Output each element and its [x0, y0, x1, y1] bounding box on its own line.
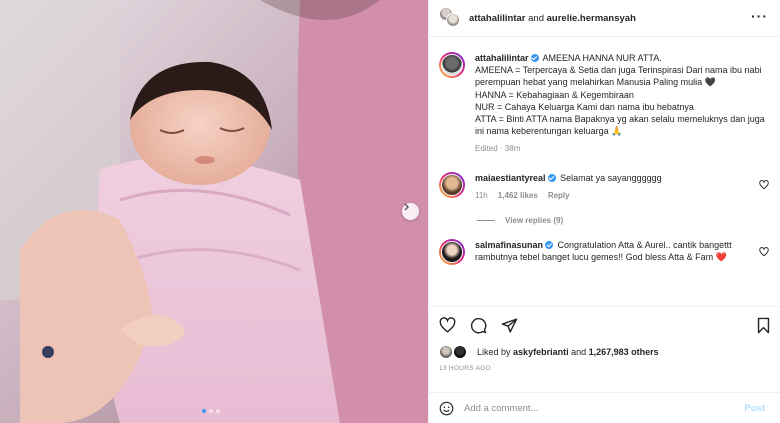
bookmark-icon — [757, 317, 770, 334]
avatar[interactable] — [439, 171, 465, 198]
caption-time: 38m — [504, 144, 521, 154]
comment-text: Selamat ya sayangggggg — [560, 172, 662, 183]
verified-badge-icon — [547, 173, 556, 182]
avatar[interactable] — [439, 239, 465, 266]
author-username-link[interactable]: attahalilintar — [469, 13, 526, 24]
comment-item: maiaestiantyreal Selamat ya sayangggggg … — [439, 171, 771, 202]
caption-username[interactable]: attahalilintar — [475, 53, 529, 63]
post-sidebar: attahalilintar and aurelie.hermansyah ··… — [428, 0, 780, 423]
comment-item: salmafinasunan Congratulation Atta & Aur… — [439, 239, 771, 266]
like-comment-heart-icon[interactable] — [759, 247, 769, 257]
caption-line: AMEENA HANNA NUR ATTA. — [542, 53, 662, 63]
chevron-right-icon — [404, 203, 409, 211]
comment-button[interactable] — [470, 317, 487, 334]
paper-plane-icon — [501, 317, 518, 333]
verified-badge-icon — [545, 241, 554, 250]
caption-meta: Edited · 38m — [475, 144, 521, 154]
share-button[interactable] — [501, 317, 518, 334]
joiner-text: and — [528, 12, 544, 24]
post-timestamp[interactable]: 13 HOURS AGO — [429, 361, 780, 379]
edited-label: Edited — [475, 144, 498, 154]
caption: attahalilintar AMEENA HANNA NUR ATTA. AM… — [439, 52, 771, 156]
caption-line: AMEENA = Terpercaya & Setia dan juga Ter… — [475, 65, 762, 88]
verified-badge-icon — [530, 54, 539, 62]
comment-body: maiaestiantyreal Selamat ya sayangggggg … — [475, 172, 771, 202]
baby-photo-illustration — [0, 0, 428, 423]
comment-username[interactable]: maiaestiantyreal — [475, 173, 546, 183]
emoji-button[interactable] — [439, 401, 454, 416]
comment-username[interactable]: salmafinasunan — [475, 240, 543, 250]
reply-button[interactable]: Reply — [548, 190, 570, 202]
avatar[interactable] — [439, 52, 465, 78]
instagram-post: attahalilintar and aurelie.hermansyah ··… — [0, 0, 780, 423]
likes-count[interactable]: 1,267,983 others — [589, 347, 659, 357]
comment-likes[interactable]: 1,462 likes — [498, 190, 538, 202]
liked-by-label: Liked by — [477, 347, 511, 357]
divider — [477, 220, 495, 222]
view-replies-button[interactable]: View replies (9) — [477, 216, 771, 225]
comment-bubble-icon — [470, 317, 487, 333]
next-slide-button[interactable] — [402, 203, 419, 220]
caption-line: ATTA = Binti ATTA nama Bapaknya yg akan … — [475, 114, 765, 137]
action-bar — [429, 307, 780, 343]
view-replies-label: View replies (9) — [505, 216, 564, 226]
avatar — [439, 345, 453, 359]
comment-time[interactable]: 11h — [475, 190, 488, 202]
collab-avatars[interactable] — [439, 7, 461, 29]
post-photo[interactable] — [0, 0, 428, 423]
carousel-dot — [209, 409, 213, 413]
comment-meta: 11h 1,462 likes Reply — [475, 190, 771, 202]
caption-line: HANNA = Kebahagiaan & Kegembiraan — [475, 89, 634, 100]
heart-icon — [439, 316, 456, 333]
emoji-smile-icon — [439, 401, 454, 415]
post-comment-button[interactable]: Post — [744, 403, 765, 414]
avatar — [453, 345, 467, 359]
like-button[interactable] — [439, 316, 456, 334]
like-comment-heart-icon[interactable] — [759, 179, 769, 190]
comments-section: attahalilintar AMEENA HANNA NUR ATTA. AM… — [429, 38, 780, 306]
save-button[interactable] — [756, 317, 771, 336]
comment-input[interactable] — [464, 402, 745, 414]
liker-username[interactable]: askyfebrianti — [513, 347, 569, 357]
liker-avatars — [439, 345, 471, 359]
coauthor-username-link[interactable]: aurelie.hermansyah — [547, 13, 636, 24]
collab-usernames: attahalilintar and aurelie.hermansyah — [469, 13, 636, 24]
avatar — [446, 13, 460, 27]
caption-line: NUR = Cahaya Keluarga Kami dan nama ibu … — [475, 101, 694, 112]
post-header: attahalilintar and aurelie.hermansyah ··… — [429, 0, 780, 37]
caption-body: attahalilintar AMEENA HANNA NUR ATTA. AM… — [475, 52, 771, 156]
add-comment-bar: Post — [429, 392, 780, 423]
carousel-dot — [216, 409, 220, 413]
comment-body: salmafinasunan Congratulation Atta & Aur… — [475, 239, 771, 265]
more-options-icon[interactable]: ··· — [751, 9, 768, 23]
likes-summary[interactable]: Liked by askyfebrianti and 1,267,983 oth… — [429, 343, 780, 361]
post-actions-area: Liked by askyfebrianti and 1,267,983 oth… — [429, 306, 780, 379]
likes-and: and — [571, 347, 587, 357]
carousel-dot — [202, 409, 206, 413]
carousel-dots — [202, 409, 220, 413]
